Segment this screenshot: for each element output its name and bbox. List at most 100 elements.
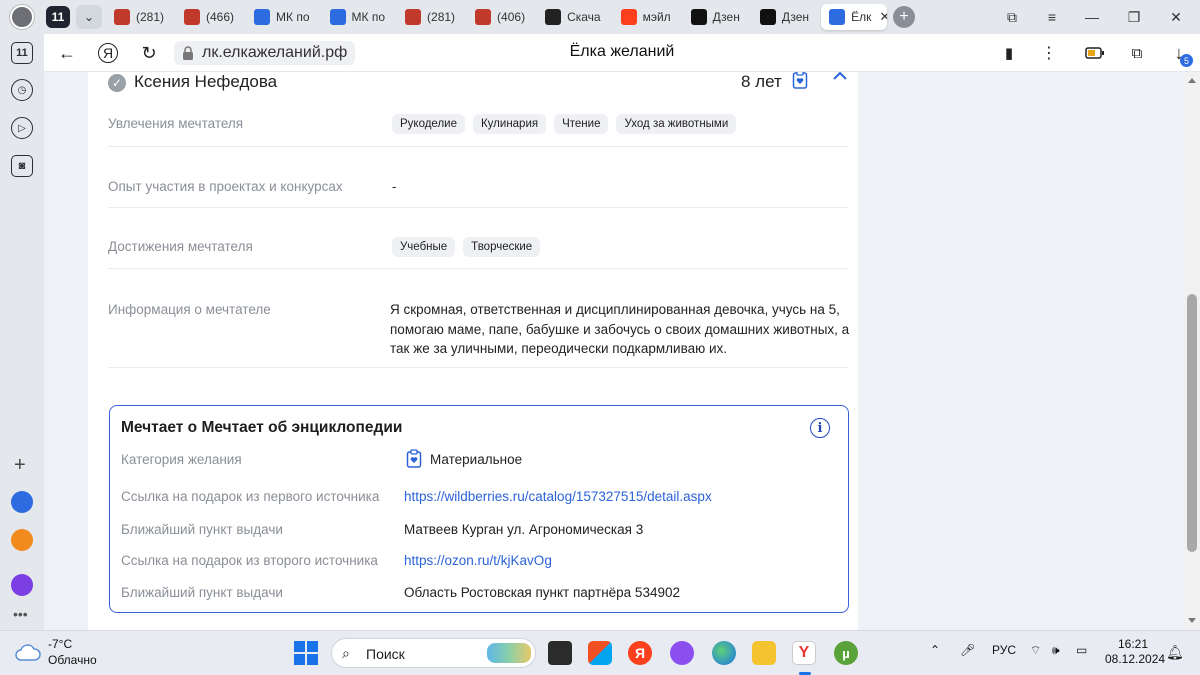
weather-temperature[interactable]: -7°C	[48, 637, 72, 651]
add-panel-icon[interactable]: +	[14, 454, 26, 477]
tab-favicon-icon	[405, 9, 422, 25]
file-explorer-icon[interactable]	[752, 641, 776, 665]
wifi-icon[interactable]: ⌔	[1030, 643, 1041, 658]
restore-icon[interactable]: ❐	[1114, 0, 1154, 34]
page-scrollbar[interactable]	[1184, 72, 1200, 630]
hobbies-label: Увлечения мечтателя	[108, 116, 244, 131]
link2-value[interactable]: https://ozon.ru/t/kjKavOg	[404, 553, 552, 568]
tab-favicon-icon	[329, 9, 346, 25]
side-panel: 11 ◷ ▷ ◙ + •••	[0, 34, 44, 630]
mail-app-icon[interactable]	[11, 529, 33, 551]
info-icon[interactable]: i	[810, 418, 830, 438]
yandex-browser-icon[interactable]: Y	[792, 641, 816, 675]
tab-count-button[interactable]: 11	[46, 6, 70, 28]
yandex-icon[interactable]: Я	[98, 43, 118, 63]
messenger-app-icon[interactable]	[11, 491, 33, 513]
browser-tab[interactable]: Скача	[537, 4, 609, 30]
pickup1-value: Матвеев Курган ул. Агрономическая 3	[404, 522, 644, 537]
language-indicator[interactable]: РУС	[992, 643, 1016, 657]
video-icon[interactable]: ▷	[11, 117, 33, 139]
collapse-chevron-icon[interactable]	[832, 72, 848, 84]
browser-tab[interactable]: (406)	[467, 4, 533, 30]
tab-favicon-icon	[690, 9, 707, 25]
microphone-icon[interactable]: 🎤︎	[960, 643, 975, 657]
browser-tab[interactable]: (281)	[397, 4, 463, 30]
back-arrow-icon[interactable]: ←	[56, 42, 78, 64]
battery-saver-icon[interactable]	[1084, 42, 1106, 64]
task-view-icon[interactable]	[548, 641, 572, 665]
tab-label: Скача	[567, 10, 601, 24]
tab-favicon-icon	[545, 9, 562, 25]
alice-taskbar-icon[interactable]	[670, 641, 694, 665]
tab-favicon-icon	[475, 9, 492, 25]
link1-value[interactable]: https://wildberries.ru/catalog/157327515…	[404, 489, 712, 504]
browser-tab[interactable]: Дзен	[683, 4, 748, 30]
taskbar-search[interactable]: ⌕ Поиск	[331, 638, 536, 668]
battery-icon[interactable]: ▭	[1076, 643, 1087, 657]
clock[interactable]: 16:21 08.12.2024	[1105, 637, 1165, 667]
info-text: Я скромная, ответственная и дисциплиниро…	[390, 302, 850, 356]
pickup2-value: Область Ростовская пункт партнёра 534902	[404, 585, 680, 600]
achievements-chips: Учебные Творческие	[392, 237, 541, 257]
tag-chip: Уход за животными	[616, 114, 737, 134]
tabs-dropdown-button[interactable]: ⌄	[76, 5, 102, 29]
link1-label: Ссылка на подарок из первого источника	[121, 489, 380, 504]
achievements-label: Достижения мечтателя	[108, 239, 253, 254]
cloud-icon	[15, 644, 41, 661]
tab-label: (466)	[206, 10, 235, 24]
tab-strip: 11 ⌄ (281) (466) МК по МК по (281) (406) Скача…	[0, 0, 1200, 34]
browser-tab[interactable]: МК по	[322, 4, 394, 30]
lock-icon	[183, 46, 193, 60]
tag-chip: Кулинария	[472, 114, 547, 134]
edge-icon[interactable]	[712, 641, 736, 665]
close-window-icon[interactable]: ✕	[1156, 0, 1196, 34]
address-bar: ← Я ↻ лк.елкажеланий.рф Ёлка желаний ▮ ⋮…	[44, 34, 1200, 72]
achievements-row: Достижения мечтателя Учебные Творческие	[108, 208, 848, 269]
browser-tab[interactable]: мэйл	[613, 4, 679, 30]
alice-app-icon[interactable]	[11, 574, 33, 596]
browser-tab[interactable]: (466)	[176, 4, 242, 30]
volume-icon[interactable]: 🕪︎	[1052, 643, 1060, 658]
url-field[interactable]: лк.елкажеланий.рф	[174, 41, 356, 65]
browser-tab[interactable]: Дзен	[752, 4, 817, 30]
yandex-app-icon[interactable]: Я	[628, 641, 652, 665]
tag-chip: Чтение	[554, 114, 609, 134]
downloads-icon[interactable]: ↓ 5	[1168, 42, 1193, 67]
notifications-bell-icon[interactable]: 🔔︎	[1166, 644, 1184, 661]
tabs-panel-button[interactable]: 11	[11, 42, 33, 64]
tab-favicon-icon	[254, 9, 271, 25]
bookmark-icon[interactable]: ▮	[998, 42, 1020, 64]
browser-tab[interactable]: (281)	[106, 4, 172, 30]
scroll-down-arrow[interactable]	[1188, 618, 1196, 623]
screenshot-icon[interactable]: ◙	[11, 155, 33, 177]
scrollbar-thumb[interactable]	[1187, 294, 1197, 552]
page-content: ✓ Ксения Нефедова 8 лет Увлечения мечтат…	[44, 72, 1184, 630]
utorrent-icon[interactable]: µ	[834, 641, 858, 665]
wish-box: Мечтает о Мечтает об энциклопедии i Кате…	[109, 405, 849, 613]
experience-value: -	[392, 179, 397, 194]
tab-label: (281)	[136, 10, 165, 24]
windows-start-icon[interactable]	[294, 641, 318, 665]
info-row: Информация о мечтателе Я скромная, ответ…	[108, 269, 850, 368]
new-tab-button[interactable]: +	[893, 6, 916, 28]
store-icon[interactable]	[588, 641, 612, 665]
tab-label: (281)	[427, 10, 456, 24]
collections-icon[interactable]: ⧉	[1126, 42, 1148, 64]
weather-condition[interactable]: Облачно	[48, 653, 97, 667]
profile-avatar[interactable]	[10, 5, 34, 29]
browser-tab[interactable]: Ёлк ✕	[821, 4, 888, 30]
menu-icon[interactable]: ≡	[1032, 0, 1072, 34]
tabs-overview-icon[interactable]: ⧉	[992, 0, 1032, 34]
chevron-down-icon: ⌄	[83, 10, 95, 24]
history-icon[interactable]: ◷	[11, 79, 33, 101]
more-menu-icon[interactable]: ⋮	[1038, 42, 1060, 64]
minimize-icon[interactable]: —	[1072, 0, 1112, 34]
browser-tab[interactable]: МК по	[246, 4, 318, 30]
refresh-icon[interactable]: ↻	[138, 42, 160, 64]
close-tab-icon[interactable]: ✕	[879, 9, 887, 25]
tab-favicon-icon	[829, 9, 846, 25]
scroll-up-arrow[interactable]	[1188, 78, 1196, 83]
tray-overflow-icon[interactable]: ⌃	[930, 643, 940, 657]
more-icon[interactable]: •••	[13, 606, 28, 622]
verified-check-icon: ✓	[108, 74, 126, 92]
